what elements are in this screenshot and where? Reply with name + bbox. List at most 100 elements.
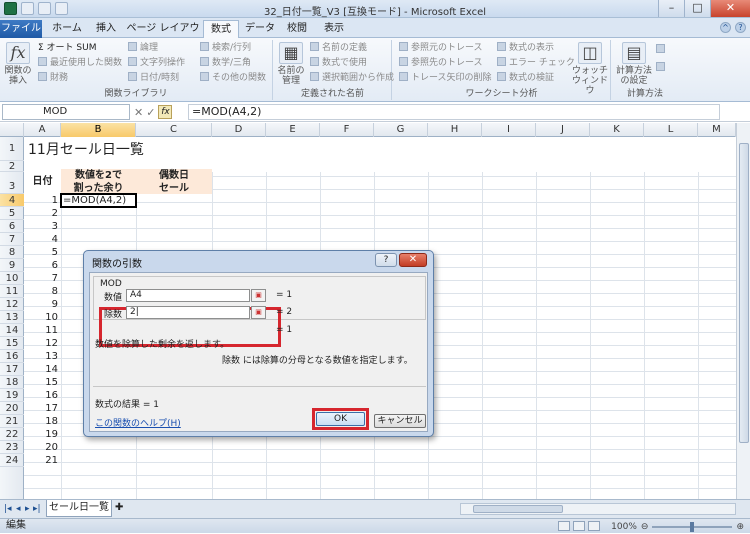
zoom-out-icon[interactable]: ⊖ bbox=[641, 520, 649, 534]
tab-home[interactable]: ホーム bbox=[46, 20, 88, 38]
use-in-formula-button[interactable]: 数式で使用 bbox=[310, 57, 367, 69]
normal-view-icon[interactable] bbox=[558, 521, 570, 531]
arg1-input[interactable]: A4 bbox=[126, 289, 250, 302]
column-header-g[interactable]: G bbox=[374, 123, 428, 137]
trace-precedents-button[interactable]: 参照元のトレース bbox=[399, 42, 483, 54]
page-break-view-icon[interactable] bbox=[588, 521, 600, 531]
last-sheet-icon[interactable]: ▸| bbox=[33, 504, 41, 514]
cancel-button[interactable]: キャンセル bbox=[374, 414, 426, 428]
minimize-ribbon-icon[interactable]: ^ bbox=[720, 22, 731, 33]
date-cell[interactable]: 2 bbox=[24, 208, 58, 219]
row-header[interactable]: 3 bbox=[0, 172, 24, 194]
date-cell[interactable]: 8 bbox=[24, 286, 58, 297]
column-header-m[interactable]: M bbox=[698, 123, 736, 137]
other-functions-button[interactable]: その他の関数 bbox=[200, 72, 266, 84]
ok-button[interactable]: OK bbox=[316, 412, 365, 426]
row-header[interactable]: 16 bbox=[0, 350, 24, 363]
date-cell[interactable]: 12 bbox=[24, 338, 58, 349]
column-header-e[interactable]: E bbox=[266, 123, 320, 137]
horizontal-scrollbar[interactable] bbox=[460, 503, 736, 515]
column-header-d[interactable]: D bbox=[212, 123, 266, 137]
arg1-collapse-icon[interactable]: ▣ bbox=[251, 289, 266, 302]
insert-sheet-icon[interactable]: ✚ bbox=[115, 502, 131, 515]
date-cell[interactable]: 18 bbox=[24, 416, 58, 427]
date-cell[interactable]: 20 bbox=[24, 442, 58, 453]
calc-now-button[interactable] bbox=[656, 44, 668, 56]
row-header[interactable]: 1 bbox=[0, 137, 24, 161]
row-header[interactable]: 11 bbox=[0, 285, 24, 298]
math-button[interactable]: 数学/三角 bbox=[200, 57, 251, 69]
row-header[interactable]: 15 bbox=[0, 337, 24, 350]
date-cell[interactable]: 17 bbox=[24, 403, 58, 414]
column-header-i[interactable]: I bbox=[482, 123, 536, 137]
remove-arrows-button[interactable]: トレース矢印の削除 bbox=[399, 72, 492, 84]
row-header[interactable]: 2 bbox=[0, 161, 24, 172]
column-header-k[interactable]: K bbox=[590, 123, 644, 137]
vertical-scroll-thumb[interactable] bbox=[739, 143, 749, 443]
column-header-b[interactable]: B bbox=[61, 123, 136, 137]
active-cell-b4[interactable]: =MOD(A4,2) bbox=[60, 193, 137, 208]
dialog-close-button[interactable]: ✕ bbox=[399, 253, 427, 267]
row-header[interactable]: 6 bbox=[0, 220, 24, 233]
row-header[interactable]: 8 bbox=[0, 246, 24, 259]
date-cell[interactable]: 10 bbox=[24, 312, 58, 323]
formula-input[interactable]: =MOD(A4,2) bbox=[188, 104, 720, 120]
name-box[interactable]: MOD bbox=[2, 104, 130, 120]
sheet-tab-sale-days[interactable]: セール日一覧 bbox=[46, 500, 112, 517]
datetime-button[interactable]: 日付/時刻 bbox=[128, 72, 179, 84]
name-manager-button[interactable]: ▦ 名前の 管理 bbox=[276, 42, 306, 86]
date-cell[interactable]: 11 bbox=[24, 325, 58, 336]
next-sheet-icon[interactable]: ▸ bbox=[25, 504, 30, 514]
logical-button[interactable]: 論理 bbox=[128, 42, 158, 54]
create-from-selection-button[interactable]: 選択範囲から作成 bbox=[310, 72, 394, 84]
calc-options-button[interactable]: ▤ 計算方法 の設定 bbox=[614, 42, 654, 86]
select-all-corner[interactable] bbox=[0, 123, 24, 137]
row-header[interactable]: 12 bbox=[0, 298, 24, 311]
row-header[interactable]: 9 bbox=[0, 259, 24, 272]
row-header[interactable]: 4 bbox=[0, 194, 24, 207]
tab-insert[interactable]: 挿入 bbox=[90, 20, 122, 38]
column-header-h[interactable]: H bbox=[428, 123, 482, 137]
date-cell[interactable]: 15 bbox=[24, 377, 58, 388]
cancel-icon[interactable]: ✕ bbox=[134, 106, 143, 119]
zoom-level[interactable]: 100% bbox=[611, 520, 637, 534]
tab-data[interactable]: データ bbox=[242, 20, 278, 38]
date-cell[interactable]: 16 bbox=[24, 390, 58, 401]
column-header-a[interactable]: A bbox=[24, 123, 61, 137]
date-cell[interactable]: 5 bbox=[24, 247, 58, 258]
trace-dependents-button[interactable]: 参照先のトレース bbox=[399, 57, 483, 69]
financial-button[interactable]: 財務 bbox=[38, 72, 68, 84]
error-check-button[interactable]: エラー チェック bbox=[497, 57, 575, 69]
zoom-slider[interactable] bbox=[652, 522, 733, 532]
define-name-button[interactable]: 名前の定義 bbox=[310, 42, 367, 54]
recent-functions-button[interactable]: 最近使用した関数 bbox=[38, 57, 122, 69]
tab-formulas[interactable]: 数式 bbox=[203, 20, 239, 39]
row-header[interactable]: 24 bbox=[0, 454, 24, 467]
horizontal-scroll-thumb[interactable] bbox=[473, 505, 563, 513]
column-header-c[interactable]: C bbox=[136, 123, 212, 137]
dialog-help-button[interactable]: ? bbox=[375, 253, 397, 267]
row-header[interactable]: 20 bbox=[0, 402, 24, 415]
date-cell[interactable]: 6 bbox=[24, 260, 58, 271]
sheet-title[interactable]: 11月セール日一覧 bbox=[28, 139, 144, 159]
date-cell[interactable]: 9 bbox=[24, 299, 58, 310]
page-layout-view-icon[interactable] bbox=[573, 521, 585, 531]
date-cell[interactable]: 14 bbox=[24, 364, 58, 375]
vertical-scrollbar[interactable] bbox=[736, 123, 750, 499]
date-cell[interactable]: 19 bbox=[24, 429, 58, 440]
help-icon[interactable]: ? bbox=[735, 22, 746, 33]
text-functions-button[interactable]: 文字列操作 bbox=[128, 57, 185, 69]
zoom-slider-handle[interactable] bbox=[690, 522, 695, 532]
insert-function-button[interactable]: fx 関数の 挿入 bbox=[3, 42, 33, 86]
row-header[interactable]: 7 bbox=[0, 233, 24, 246]
arg2-input[interactable]: 2| bbox=[126, 306, 250, 319]
row-header[interactable]: 22 bbox=[0, 428, 24, 441]
lookup-button[interactable]: 検索/行列 bbox=[200, 42, 251, 54]
header-even-sale[interactable]: 偶数日 セール bbox=[136, 169, 212, 194]
header-date[interactable]: 日付 bbox=[24, 169, 61, 194]
date-cell[interactable]: 1 bbox=[24, 195, 58, 206]
row-header[interactable]: 10 bbox=[0, 272, 24, 285]
date-cell[interactable]: 4 bbox=[24, 234, 58, 245]
date-cell[interactable]: 3 bbox=[24, 221, 58, 232]
row-header[interactable]: 21 bbox=[0, 415, 24, 428]
